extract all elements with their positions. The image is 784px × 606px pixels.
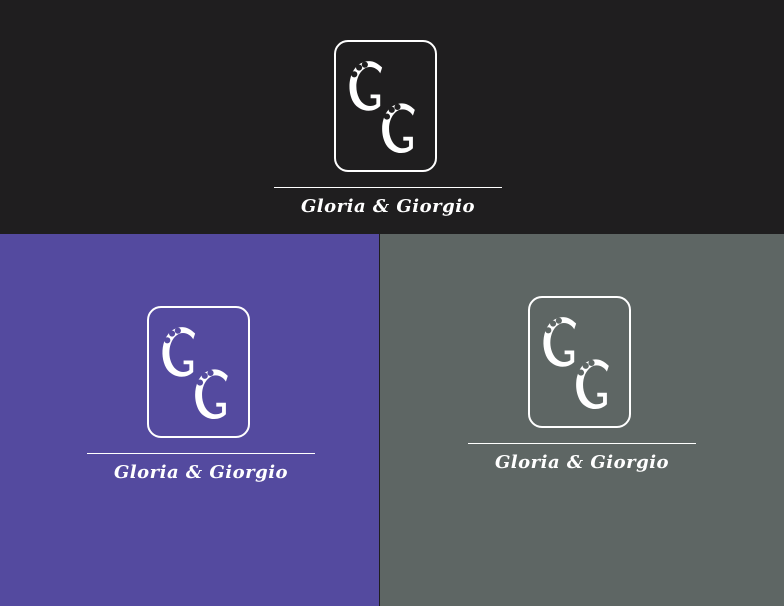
brand-name: Gloria & Giorgio [300,196,476,217]
logo-lockup: Gloria & Giorgio [87,306,327,506]
logo-panel-purple: Gloria & Giorgio [0,234,379,606]
divider-line [87,453,315,454]
logo-lockup: Gloria & Giorgio [468,296,708,496]
logo-panel-dark: Gloria & Giorgio [0,0,784,233]
gg-monogram-icon [147,306,250,438]
divider-line [274,187,502,188]
gg-monogram-icon [334,40,437,172]
divider-line [468,443,696,444]
logo-lockup: Gloria & Giorgio [274,40,514,233]
brand-name: Gloria & Giorgio [113,462,289,483]
gg-monogram-icon [528,296,631,428]
brand-name: Gloria & Giorgio [494,452,670,473]
logo-panel-gray: Gloria & Giorgio [380,234,784,606]
